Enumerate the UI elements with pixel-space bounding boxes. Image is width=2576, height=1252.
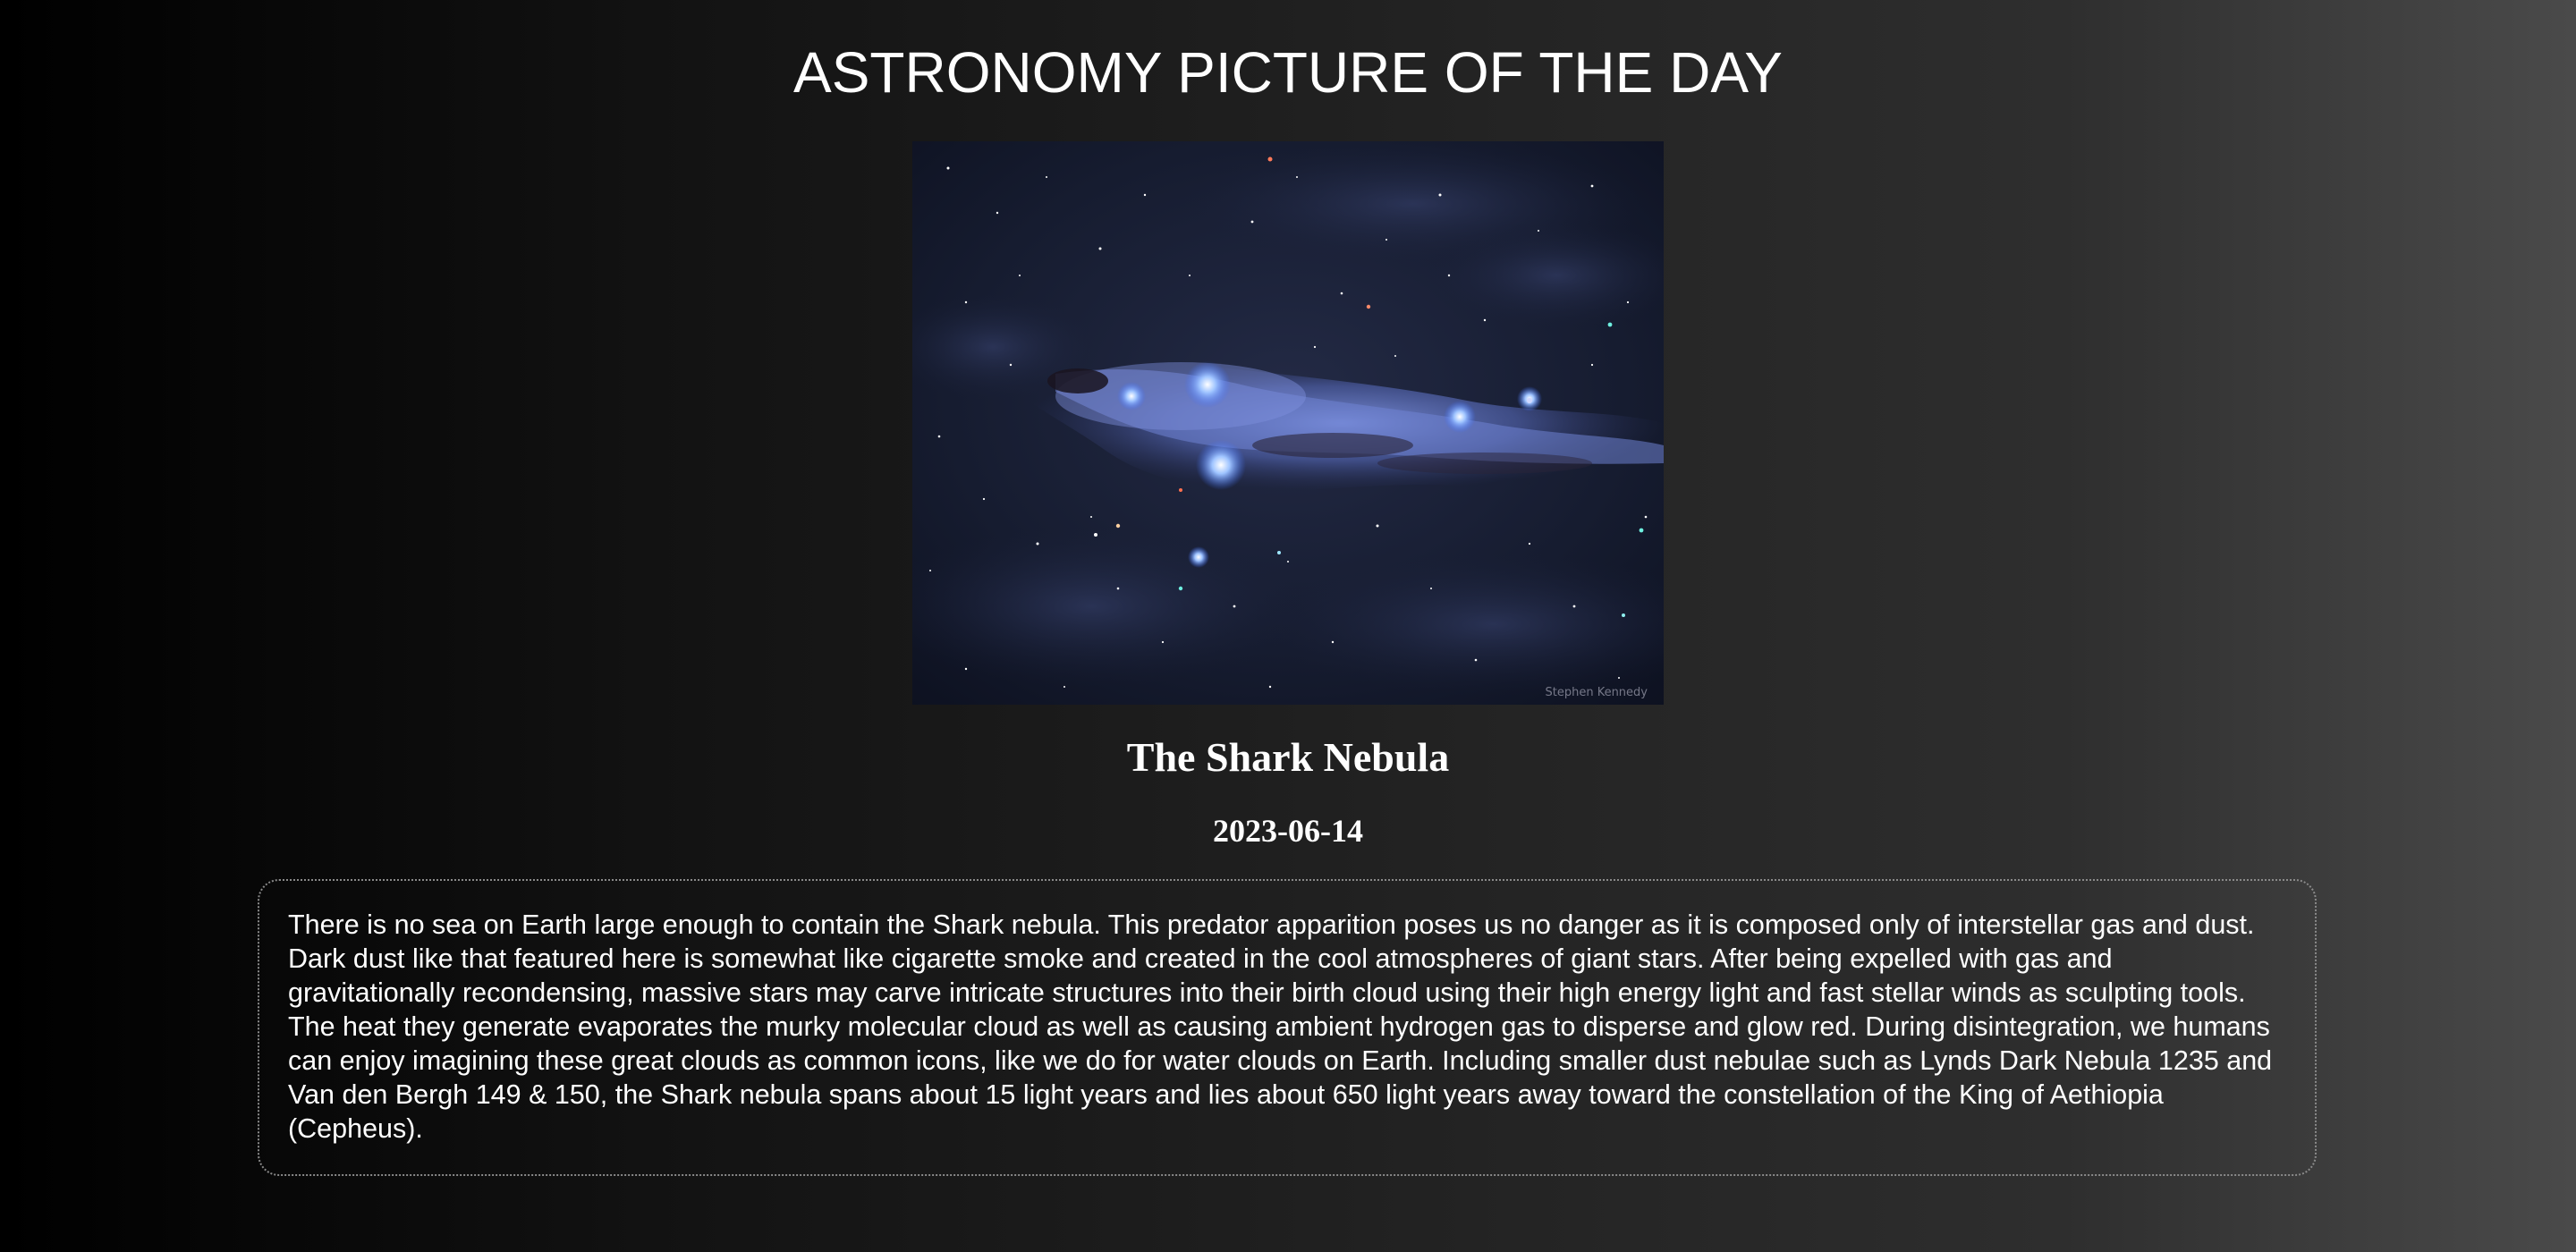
image-credit-watermark: Stephen Kennedy xyxy=(1545,686,1648,699)
explanation-box: There is no sea on Earth large enough to… xyxy=(258,879,2317,1176)
picture-date: 2023-06-14 xyxy=(1213,813,1363,849)
apod-image[interactable]: Stephen Kennedy xyxy=(912,141,1664,705)
picture-title: The Shark Nebula xyxy=(1126,734,1450,780)
nebula-image-graphic: Stephen Kennedy xyxy=(912,141,1664,705)
explanation-text: There is no sea on Earth large enough to… xyxy=(288,909,2273,1144)
page-title: ASTRONOMY PICTURE OF THE DAY xyxy=(793,40,1783,105)
